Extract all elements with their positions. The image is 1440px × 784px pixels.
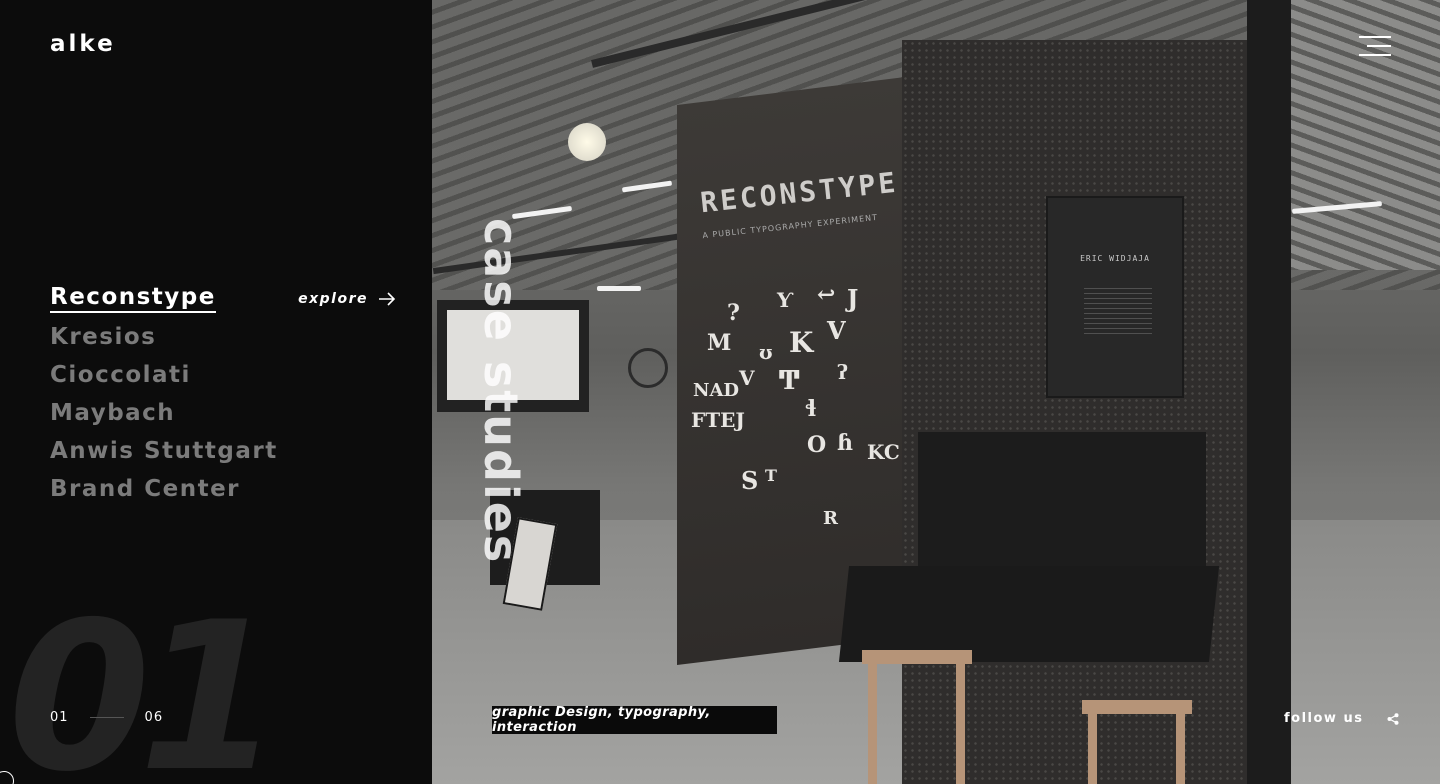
project-label: Kresios — [50, 324, 157, 350]
section-label: case studies — [474, 218, 528, 565]
left-panel: alke 01 Reconstype explore Kresios Ciocc… — [0, 0, 432, 784]
project-item-reconstype[interactable]: Reconstype explore — [50, 280, 396, 318]
follow-us-button[interactable]: follow us — [1284, 711, 1399, 726]
project-label: Anwis Stuttgart — [50, 438, 278, 464]
pager-divider — [89, 717, 124, 718]
pegboard-wall — [902, 40, 1252, 784]
placard-text-lines — [1084, 288, 1152, 338]
floating-glyphs: ? Ƴ ↩ J M ʊ K V NAD V Ͳ ʔ FTEJ ɬ O ɦ KC … — [691, 282, 900, 529]
stool-leg — [1088, 710, 1097, 784]
stool-leg — [868, 660, 877, 784]
pager: 01 06 — [50, 710, 163, 725]
project-list: Reconstype explore Kresios Cioccolati Ma… — [50, 280, 396, 508]
project-tags: graphic Design, typography, interaction — [492, 705, 777, 735]
steel-post — [1247, 0, 1291, 784]
info-placard: ERIC WIDJAJA — [1048, 198, 1182, 396]
fan — [628, 348, 668, 388]
hero-photo: RECONSTYPE A PUBLIC TYPOGRAPHY EXPERIMEN… — [432, 0, 1440, 784]
pager-current: 01 — [50, 710, 69, 725]
project-item-brand-center[interactable]: Brand Center — [50, 470, 396, 508]
project-item-maybach[interactable]: Maybach — [50, 394, 396, 432]
project-item-cioccolati[interactable]: Cioccolati — [50, 356, 396, 394]
project-label: Brand Center — [50, 476, 241, 502]
project-label: Maybach — [50, 400, 176, 426]
spot-lamp — [568, 123, 606, 161]
hamburger-menu-icon[interactable] — [1359, 36, 1391, 58]
ceiling-light — [597, 286, 641, 291]
placard-name: ERIC WIDJAJA — [1080, 254, 1150, 263]
pager-total: 06 — [144, 710, 164, 725]
letter-tray — [838, 566, 1220, 662]
arrow-right-icon — [379, 292, 396, 306]
logo[interactable]: alke — [50, 31, 116, 57]
explore-label: explore — [298, 291, 368, 307]
stool-leg — [1176, 710, 1185, 784]
follow-label: follow us — [1284, 711, 1364, 726]
explore-link[interactable]: explore — [298, 291, 396, 307]
share-icon — [1387, 712, 1399, 725]
stool-leg — [956, 660, 965, 784]
current-index-display: 01 — [8, 579, 281, 784]
project-label: Cioccolati — [50, 362, 191, 388]
project-item-kresios[interactable]: Kresios — [50, 318, 396, 356]
project-item-anwis-stuttgart[interactable]: Anwis Stuttgart — [50, 432, 396, 470]
project-label: Reconstype — [50, 284, 216, 314]
